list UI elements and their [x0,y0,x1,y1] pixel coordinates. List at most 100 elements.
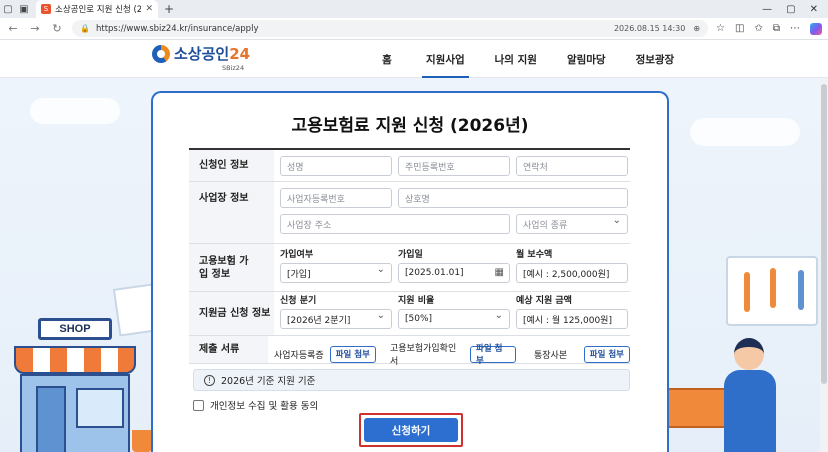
info-icon: ! [204,374,215,386]
close-window-icon[interactable]: ✕ [810,4,818,15]
business-address-input[interactable]: 사업장 주소 [280,214,510,234]
business-number-input[interactable]: 사업자등록번호 [280,188,392,208]
url-field[interactable]: 🔒 https://www.sbiz24.kr/insurance/apply … [72,20,709,37]
window-controls: — ▢ ✕ [762,4,828,15]
collections-icon[interactable]: ⧉ [773,23,780,34]
notice-box: ! 2026년 기준 지원 기준 [193,369,630,391]
joined-label: 가입여부 [280,250,314,260]
document-item: 사업자등록증 파일 첨부 [274,341,380,367]
shop-window [76,388,124,428]
main-nav: 홈 지원사업 나의 지원 알림마당 정보광장 [370,40,678,78]
browser-tab[interactable]: S 소상공인로 지원 신청 (2026년) ✕ [36,0,158,18]
nav-home[interactable]: 홈 [370,40,404,78]
application-form: 신청인 정보 성명 주민등록번호 연락처 사업장 정보 사업자등록번호 상호명 … [189,148,630,367]
business-row: 사업장 정보 사업자등록번호 상호명 사업장 주소 사업의 종류 [189,182,630,244]
plant-pot-illustration [132,430,152,452]
join-date-label: 가입일 [398,250,423,260]
wage-label: 월 보수액 [516,250,553,260]
workspace-icon[interactable]: ▢ [0,2,16,16]
joined-select[interactable]: [가입] [280,263,392,283]
ratio-select[interactable]: [50%] [398,309,510,329]
browser-tabbar: ▢ ▣ S 소상공인로 지원 신청 (2026년) ✕ + — ▢ ✕ [0,0,828,18]
trade-name-input[interactable]: 상호명 [398,188,628,208]
page-title: 고용보험료 지원 신청 (2026년) [291,116,529,136]
nav-support-programs[interactable]: 지원사업 [422,40,469,78]
application-card: 고용보험료 지원 신청 (2026년) 신청인 정보 성명 주민등록번호 연락처… [151,91,669,452]
nav-my-support[interactable]: 나의 지원 [491,40,541,78]
minimize-icon[interactable]: — [762,4,772,15]
submit-button[interactable]: 신청하기 [364,418,458,442]
privacy-checkbox[interactable] [193,399,204,411]
join-date-input[interactable]: [2025.01.01] ▦ [398,263,510,283]
copilot-icon[interactable] [810,22,822,35]
logo-number: 24 [229,45,251,63]
wrench-icon [744,272,750,312]
worker-illustration [720,338,780,452]
insurance-row: 고용보험 가입 정보 가입여부 [가입] 가입일 [2025.01.01] ▦ 월… [189,244,630,292]
phone-input[interactable]: 연락처 [516,156,628,176]
tab-actions-icon[interactable]: ▣ [16,2,32,16]
quarter-select[interactable]: [2026년 2분기] [280,309,392,329]
url-text: https://www.sbiz24.kr/insurance/apply [95,23,259,34]
forward-icon[interactable]: → [28,22,42,35]
support-label: 지원금 신청 정보 [189,292,274,335]
logo-subtitle: SBiz24 [222,64,245,72]
privacy-agree-label: 개인정보 수집 및 활용 동의 [210,401,319,412]
screwdriver-icon [798,270,804,310]
business-label: 사업장 정보 [189,182,274,243]
site-header: 소상공인24 SBiz24 홈 지원사업 나의 지원 알림마당 정보광장 [0,40,828,78]
favorite-star-icon[interactable]: ☆ [716,23,725,34]
site-logo[interactable]: 소상공인24 SBiz24 [152,45,251,72]
new-tab-icon[interactable]: + [164,2,174,16]
nav-info[interactable]: 정보광장 [632,40,679,78]
maximize-icon[interactable]: ▢ [786,4,795,15]
address-bar: ← → ↻ 🔒 https://www.sbiz24.kr/insurance/… [0,18,828,40]
shop-sign: SHOP [38,318,112,340]
documents-row: 제출 서류 사업자등록증 파일 첨부 고용보험가입확인서 파일 첨부 통장사본 … [189,336,630,367]
scrollbar-thumb[interactable] [821,84,827,384]
datetime-text: 2026.08.15 14:30 [613,24,686,33]
shop-awning [14,346,136,374]
split-screen-icon[interactable]: ◫ [735,23,744,34]
name-input[interactable]: 성명 [280,156,392,176]
tab-close-icon[interactable]: ✕ [145,4,153,14]
lock-icon: 🔒 [80,24,90,33]
document-name: 통장사본 [534,350,568,361]
more-icon[interactable]: ⋯ [790,23,800,34]
reload-icon[interactable]: ↻ [50,22,64,35]
join-date-value: [2025.01.01] [405,268,464,278]
applicant-label: 신청인 정보 [189,150,274,181]
attach-file-button[interactable]: 파일 첨부 [583,345,630,363]
wage-input[interactable]: [예시 : 2,500,000원] [516,263,628,283]
amount-label: 예상 지원 금액 [516,296,572,306]
documents-label: 제출 서류 [189,336,268,363]
favorites-icon[interactable]: ✩ [754,23,762,34]
support-row: 지원금 신청 정보 신청 분기 [2026년 2분기] 지원 비율 [50%] … [189,292,630,336]
calendar-icon[interactable]: ▦ [495,267,504,278]
cloud-decoration [690,118,800,146]
business-type-select[interactable]: 사업의 종류 [516,214,628,234]
attach-file-button[interactable]: 파일 첨부 [329,345,376,363]
document-item: 고용보험가입확인서 파일 첨부 [390,341,516,367]
logo-mark-icon [152,45,170,63]
document-item: 통장사본 파일 첨부 [534,341,630,367]
wrench-icon [770,268,776,308]
applicant-row: 신청인 정보 성명 주민등록번호 연락처 [189,150,630,182]
logo-text: 소상공인 [174,45,230,63]
attach-file-button[interactable]: 파일 첨부 [470,344,516,366]
quarter-label: 신청 분기 [280,296,317,306]
tab-title: 소상공인로 지원 신청 (2026년) [55,5,142,15]
page-scrollbar[interactable] [820,78,828,452]
site-favicon-icon: S [41,4,51,14]
notice-text: 2026년 기준 지원 기준 [221,376,316,387]
nav-notice[interactable]: 알림마당 [563,40,610,78]
document-name: 사업자등록증 [274,350,324,361]
amount-input[interactable]: [예시 : 월 125,000원] [516,309,628,329]
back-icon[interactable]: ← [6,22,20,35]
ratio-label: 지원 비율 [398,296,435,306]
shop-building [20,374,130,452]
resident-number-input[interactable]: 주민등록번호 [398,156,510,176]
document-name: 고용보험가입확인서 [390,344,457,367]
zoom-icon[interactable]: ⊕ [693,24,700,33]
privacy-agree[interactable]: 개인정보 수집 및 활용 동의 [193,398,318,412]
